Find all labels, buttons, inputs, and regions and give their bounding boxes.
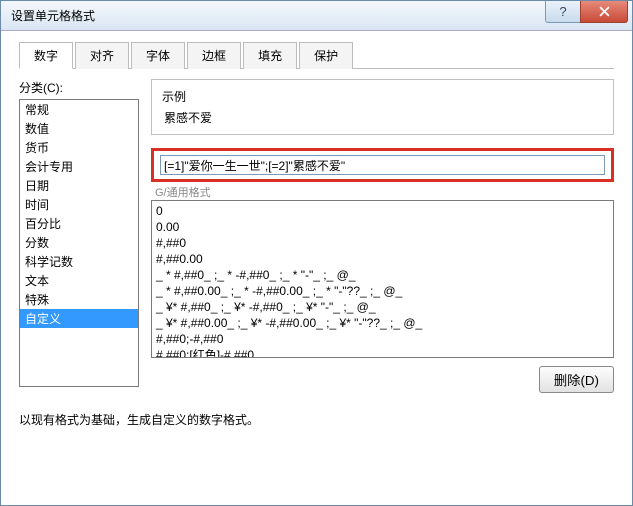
button-row: 删除(D)	[151, 366, 614, 393]
list-item[interactable]: 日期	[20, 176, 138, 195]
list-item[interactable]: 文本	[20, 271, 138, 290]
list-item[interactable]: _ ¥* #,##0.00_ ;_ ¥* -#,##0.00_ ;_ ¥* "-…	[156, 315, 609, 331]
sample-value: 累感不爱	[162, 109, 603, 126]
tab-alignment[interactable]: 对齐	[75, 42, 129, 69]
tab-fill[interactable]: 填充	[243, 42, 297, 69]
tab-number[interactable]: 数字	[19, 42, 73, 69]
list-item[interactable]: _ ¥* #,##0_ ;_ ¥* -#,##0_ ;_ ¥* "-"_ ;_ …	[156, 299, 609, 315]
tab-bar: 数字 对齐 字体 边框 填充 保护	[19, 41, 614, 69]
dialog-body: 数字 对齐 字体 边框 填充 保护 分类(C): 常规 数值 货币 会计专用 日…	[1, 31, 632, 442]
list-item[interactable]: 科学记数	[20, 252, 138, 271]
list-item[interactable]: 百分比	[20, 214, 138, 233]
list-item[interactable]: #,##0	[156, 235, 609, 251]
titlebar-buttons: ?	[545, 1, 632, 30]
hint-text: 以现有格式为基础，生成自定义的数字格式。	[19, 411, 614, 428]
list-item[interactable]: 会计专用	[20, 157, 138, 176]
list-item[interactable]: 自定义	[20, 309, 138, 328]
close-button[interactable]	[580, 1, 628, 23]
close-icon	[599, 6, 610, 17]
list-item[interactable]: 常规	[20, 100, 138, 119]
sample-label: 示例	[162, 88, 603, 105]
dialog-window: 设置单元格格式 ? 数字 对齐 字体 边框 填充 保护 分类(C): 常规 数值…	[0, 0, 633, 506]
list-item[interactable]: 特殊	[20, 290, 138, 309]
list-item[interactable]: 分数	[20, 233, 138, 252]
delete-button[interactable]: 删除(D)	[539, 366, 614, 393]
sample-box: 示例 累感不爱	[151, 79, 614, 135]
format-listbox[interactable]: 0 0.00 #,##0 #,##0.00 _ * #,##0_ ;_ * -#…	[151, 200, 614, 358]
list-item[interactable]: #,##0.00	[156, 251, 609, 267]
list-item[interactable]: 数值	[20, 119, 138, 138]
type-input[interactable]	[160, 155, 605, 175]
category-listbox[interactable]: 常规 数值 货币 会计专用 日期 时间 百分比 分数 科学记数 文本 特殊 自定…	[19, 99, 139, 387]
list-item[interactable]: _ * #,##0.00_ ;_ * -#,##0.00_ ;_ * "-"??…	[156, 283, 609, 299]
help-button[interactable]: ?	[545, 1, 581, 23]
list-item[interactable]: #,##0;[红色]-#,##0	[156, 347, 609, 358]
type-input-highlight	[151, 148, 614, 182]
content-area: 分类(C): 常规 数值 货币 会计专用 日期 时间 百分比 分数 科学记数 文…	[19, 79, 614, 393]
list-item[interactable]: #,##0;-#,##0	[156, 331, 609, 347]
right-column: 示例 累感不爱 类型(T): G/通用格式 0 0.00 #,##0 #,##0…	[151, 79, 614, 393]
tab-border[interactable]: 边框	[187, 42, 241, 69]
list-item[interactable]: 货币	[20, 138, 138, 157]
tab-font[interactable]: 字体	[131, 42, 185, 69]
window-title: 设置单元格格式	[11, 7, 545, 24]
list-item[interactable]: 0	[156, 203, 609, 219]
list-item[interactable]: 0.00	[156, 219, 609, 235]
type-sublabel: G/通用格式	[155, 184, 614, 200]
list-item[interactable]: _ * #,##0_ ;_ * -#,##0_ ;_ * "-"_ ;_ @_	[156, 267, 609, 283]
category-label: 分类(C):	[19, 79, 139, 96]
list-item[interactable]: 时间	[20, 195, 138, 214]
titlebar: 设置单元格格式 ?	[1, 1, 632, 31]
tab-protection[interactable]: 保护	[299, 42, 353, 69]
category-column: 分类(C): 常规 数值 货币 会计专用 日期 时间 百分比 分数 科学记数 文…	[19, 79, 139, 393]
